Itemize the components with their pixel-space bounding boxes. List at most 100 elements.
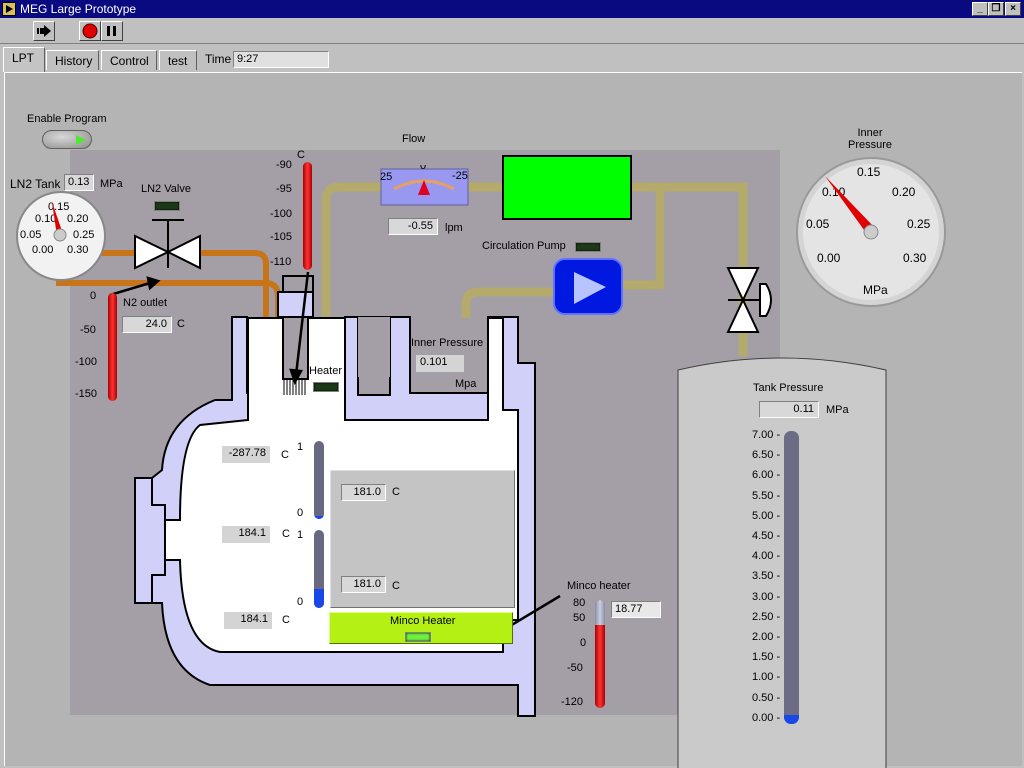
chamber-temp-3: 184.1 [224,612,272,629]
scale-label: 1.50 - [752,651,781,664]
sample-temp-bottom: 181.0 [341,576,386,593]
pneumatic-valve-icon[interactable] [726,267,772,333]
scale-label: 1.00 - [752,671,781,684]
scale-label: 0.50 - [752,691,781,704]
gauge-tick-label: 0.10 [35,213,56,225]
n2-outlet-label: N2 outlet [123,297,168,309]
ln2-valve-label: LN2 Valve [141,183,191,195]
chamber-temp-1: -287.78 [222,446,270,463]
scale-label: 1 [297,529,304,541]
scale-label: -150 [75,388,98,400]
gauge-tick-label: 0.25 [907,217,931,231]
status-indicator-box [502,155,632,220]
tank-pressure-label: Tank Pressure [753,382,824,394]
gauge-tick-label: 0.00 [32,244,53,256]
gauge-tick-label: 0.20 [892,185,916,199]
minco-heater-value: 18.77 [611,601,661,618]
unit-label: C [282,614,290,626]
ln2-tank-unit: MPa [100,178,123,190]
heater-probe-flange [277,291,314,318]
meter-tick-label: -25 [452,170,468,182]
meter-tick-label: 0 [420,165,426,172]
scale-label: 7.00 - [752,429,781,441]
tank-pressure-bar [784,431,799,724]
scale-label: -100 [270,208,293,220]
gauge-tick-label: 0.05 [806,217,830,231]
scale-label: -90 [276,159,292,171]
gauge-hub [53,228,67,242]
heater-probe-cap [282,275,314,294]
sample-temp-top: 181.0 [341,484,386,501]
level-bar-1 [314,441,324,519]
heater-thermo-unit: C [297,149,305,161]
minco-heater-thermometer [595,600,605,708]
scale-label: 0.00 - [752,711,781,724]
thermometer-empty [595,600,605,625]
heater-label: Heater [309,365,343,377]
meter-tick-label: 25 [380,171,392,183]
unit-label: C [281,449,289,461]
scale-label: 2.00 - [752,631,781,643]
gauge-unit: MPa [863,283,888,297]
scale-label: -95 [276,183,292,195]
enable-program-label: Enable Program [27,113,107,125]
gauge-hub [863,224,879,240]
gauge-tick-label: 0.15 [857,165,881,179]
enable-program-button[interactable] [42,130,92,149]
play-icon [574,272,606,304]
scale-label: 6.50 - [752,449,781,462]
scale-label: 0 [297,596,304,608]
green-play-icon [76,135,86,145]
minco-heater-label: Minco heater [567,580,631,592]
circulation-pump-button[interactable] [553,258,623,315]
tank-pressure-value: 0.11 [759,401,819,418]
scale-label: 0 [297,507,304,519]
flow-unit: lpm [445,222,463,234]
scale-label: -110 [270,256,292,268]
minco-heater-led [405,632,431,642]
gauge-tick-label: 0.25 [73,229,94,241]
scale-label: 5.00 - [752,509,781,522]
gauge-tick-label: 0.30 [903,251,927,265]
flow-value: -0.55 [388,218,438,235]
scale-label: 1 [297,441,304,453]
scale-label: -120 [561,696,584,708]
scale-label: 3.00 - [752,590,781,603]
inner-pressure-unit: Mpa [455,378,477,390]
unit-label: C [392,486,400,498]
flow-label: Flow [402,133,426,145]
inner-pressure-gauge-label: Inner Pressure [847,127,893,151]
ln2-tank-gauge: 0.15 0.10 0.20 0.05 0.25 0.00 0.30 [16,191,106,281]
scale-label: 2.50 - [752,610,781,623]
heater-thermometer [303,162,312,270]
circulation-pump-led [575,242,601,252]
scale-label: 4.00 - [752,550,781,563]
ln2-tank-value: 0.13 [64,174,94,191]
scale-label: -100 [75,356,98,368]
level-bar-2 [314,530,324,608]
circulation-pump-label: Circulation Pump [482,240,566,252]
ln2-valve-icon[interactable] [134,219,201,270]
scale-label: 50 [573,612,586,624]
n2-outlet-thermometer [108,293,117,401]
ln2-tank-label: LN2 Tank [10,177,61,191]
minco-heater-button-label: Minco Heater [390,615,456,627]
inner-pressure-value: 0.101 [416,355,464,372]
tank-pressure-unit: MPa [826,404,849,416]
n2-outlet-value: 24.0 [122,316,172,333]
gauge-tick-label: 0.05 [20,229,41,241]
heater-led [313,382,339,392]
unit-label: C [392,580,400,592]
scale-label: -50 [80,324,96,336]
scale-label: 0 [90,290,97,302]
gauge-tick-label: 0.30 [67,244,88,256]
chamber-temp-2: 184.1 [222,526,270,543]
scale-label: 0 [580,637,587,649]
flow-meter: 25 0 -25 [380,165,469,206]
scale-label: 80 [573,597,586,609]
gauge-tick-label: 0.20 [67,213,88,225]
scale-label: 6.00 - [752,469,781,482]
tank-pressure-fill [784,715,799,724]
minco-heater-button[interactable]: Minco Heater [329,612,513,644]
gauge-tick-label: 0.15 [48,201,69,213]
